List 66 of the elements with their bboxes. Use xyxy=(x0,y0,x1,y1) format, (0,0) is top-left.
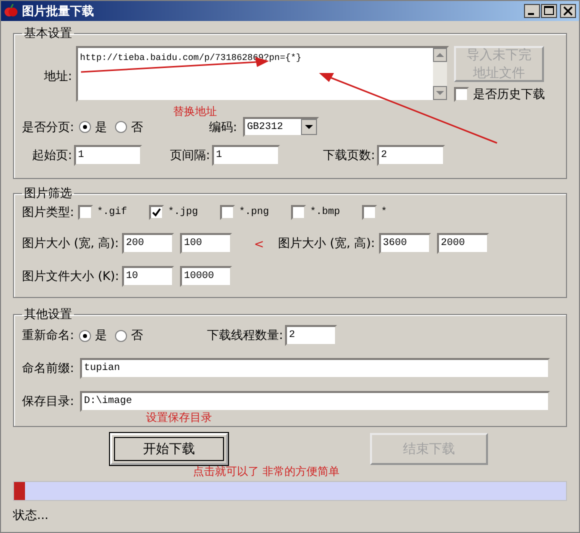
checkbox-label: * xyxy=(381,207,388,218)
scroll-up-icon[interactable] xyxy=(433,48,447,62)
input-field[interactable]: 200 xyxy=(122,233,174,254)
group-title: 基本设置 xyxy=(23,25,73,42)
input-field[interactable]: tupian xyxy=(80,358,550,379)
input-field[interactable]: 2 xyxy=(285,325,338,346)
checkbox[interactable] xyxy=(78,205,94,220)
address-label: 地址: xyxy=(42,68,73,85)
checkbox[interactable] xyxy=(220,205,236,220)
encoding-dropdown[interactable]: GB2312 xyxy=(243,117,320,137)
checkbox[interactable] xyxy=(149,205,164,220)
checkbox-label: *.bmp xyxy=(310,207,340,218)
input-field[interactable]: 3600 xyxy=(378,233,431,254)
field-label: 起始页: xyxy=(30,147,73,164)
radio-label: 否 xyxy=(131,118,143,136)
scrollbar[interactable] xyxy=(433,48,447,100)
input-field[interactable]: 1 xyxy=(74,145,142,166)
checkbox[interactable] xyxy=(291,205,306,220)
encoding-label: 编码: xyxy=(209,118,238,136)
checkbox-label: 是否历史下载 xyxy=(473,86,545,103)
radio-button[interactable] xyxy=(115,121,127,133)
input-field[interactable]: 2000 xyxy=(436,233,489,254)
radio-button[interactable] xyxy=(79,121,91,133)
field-label: 页间隔: xyxy=(168,147,211,164)
checkbox-label: *.gif xyxy=(97,207,128,218)
action-button[interactable]: 开始下载 xyxy=(110,433,228,465)
annotation-text: 设置保存目录 xyxy=(146,411,212,424)
group-title: 图片筛选 xyxy=(23,185,73,202)
address-text: http://tieba.baidu.com/p/731862869?pn={*} xyxy=(80,53,302,63)
window-title: 图片批量下载 xyxy=(22,2,94,20)
address-field[interactable]: http://tieba.baidu.com/p/731862869?pn={*} xyxy=(76,46,449,102)
radio-button[interactable] xyxy=(115,330,127,342)
field-label: 下载页数: xyxy=(322,147,376,164)
radio-label: 是 xyxy=(95,118,107,136)
checkbox-label: *.png xyxy=(239,207,270,218)
scroll-down-icon[interactable] xyxy=(433,86,447,100)
group-title: 其他设置 xyxy=(23,306,73,323)
paging-label: 是否分页: xyxy=(22,118,76,136)
input-field[interactable]: 10000 xyxy=(180,266,232,287)
status-text: 状态... xyxy=(13,507,50,524)
rename-label: 重新命名: xyxy=(22,327,76,344)
input-field[interactable]: 2 xyxy=(377,145,445,166)
file-size-label: 图片文件大小 (K): xyxy=(22,268,120,285)
min-size-label: 图片大小 (宽, 高): xyxy=(22,235,120,252)
threads-label: 下载线程数量: xyxy=(207,327,284,344)
checkbox[interactable] xyxy=(454,87,469,102)
annotation-text: 点击就可以了 非常的方便简单 xyxy=(193,465,340,478)
apple-icon xyxy=(4,4,18,18)
type-label: 图片类型: xyxy=(22,204,74,221)
radio-button[interactable] xyxy=(79,330,91,342)
max-size-label: 图片大小 (宽, 高): xyxy=(278,235,375,252)
checkbox[interactable] xyxy=(362,205,378,220)
input-field[interactable]: 1 xyxy=(212,145,280,166)
close-icon[interactable] xyxy=(560,4,576,18)
input-field[interactable]: D:\image xyxy=(80,391,550,412)
annotation-text: 替换地址 xyxy=(173,105,217,118)
directory-label: 保存目录: xyxy=(22,393,76,410)
prefix-label: 命名前缀: xyxy=(22,360,76,377)
radio-label: 是 xyxy=(95,327,107,344)
input-field[interactable]: 100 xyxy=(180,233,232,254)
input-field[interactable]: 10 xyxy=(122,266,174,287)
maximize-icon[interactable] xyxy=(541,4,557,18)
radio-label: 否 xyxy=(131,327,143,344)
less-than-sign: < xyxy=(254,236,264,250)
minimize-icon[interactable] xyxy=(524,4,540,18)
checkbox-label: *.jpg xyxy=(168,207,198,218)
